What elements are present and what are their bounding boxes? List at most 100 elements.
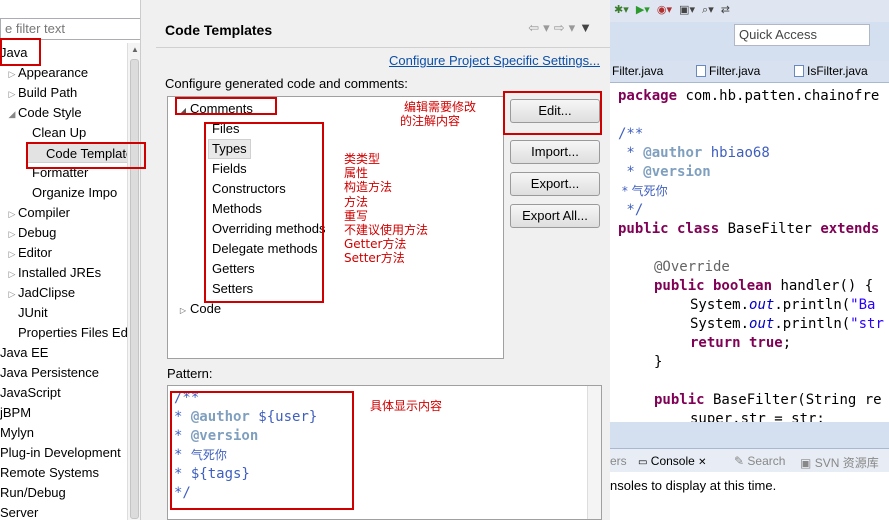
editor-tab[interactable]: Filter.java bbox=[696, 64, 760, 78]
pattern-line: */ bbox=[174, 485, 191, 501]
tree-item[interactable]: Formatter bbox=[0, 163, 128, 183]
tree-item-label: Editor bbox=[18, 245, 52, 260]
tree-item-label: JadClipse bbox=[18, 285, 76, 300]
collapsed-arrow-icon[interactable]: ▷ bbox=[176, 301, 190, 321]
annotation-item-note: 方法 bbox=[344, 194, 369, 209]
tree-node-template[interactable]: Fields bbox=[212, 159, 247, 179]
scrollbar-thumb[interactable] bbox=[130, 59, 139, 519]
tree-item[interactable]: Plug-in Development bbox=[0, 443, 128, 463]
collapsed-arrow-icon[interactable]: ▷ bbox=[6, 64, 18, 84]
tree-node-template[interactable]: Types bbox=[208, 139, 251, 159]
tree-item[interactable]: ▷ Installed JREs bbox=[0, 263, 128, 283]
tree-item-label: Formatter bbox=[32, 165, 89, 180]
tree-item[interactable]: JavaScript bbox=[0, 383, 128, 403]
tree-item[interactable]: ▷ Compiler bbox=[0, 203, 128, 223]
search-icon[interactable]: ⌕▾ bbox=[702, 4, 714, 16]
title-separator bbox=[156, 47, 610, 48]
editor-tab[interactable]: IsFilter.java bbox=[794, 64, 868, 78]
tree-item[interactable]: Clean Up bbox=[0, 123, 128, 143]
tree-item[interactable]: ▷ Debug bbox=[0, 223, 128, 243]
annotation-item-note: 属性 bbox=[344, 166, 369, 181]
new-icon[interactable]: ▣▾ bbox=[679, 4, 695, 16]
editor-area: ✱▾ ▶▾ ◉▾ ▣▾ ⌕▾ ⇄ Quick Access Filter.jav… bbox=[610, 0, 889, 520]
tree-item[interactable]: Properties Files Ed bbox=[0, 323, 128, 343]
tree-item[interactable]: Organize Impo bbox=[0, 183, 128, 203]
tree-node-template[interactable]: Overriding methods bbox=[212, 219, 325, 239]
collapsed-arrow-icon[interactable]: ▷ bbox=[6, 264, 18, 284]
tree-item[interactable]: Server bbox=[0, 503, 128, 520]
configure-project-settings-link[interactable]: Configure Project Specific Settings... bbox=[389, 53, 600, 68]
export-button[interactable]: Export... bbox=[510, 172, 600, 196]
svn-icon[interactable]: ⇄ bbox=[721, 4, 730, 16]
forward-menu-icon[interactable]: ▾ bbox=[569, 20, 580, 35]
tree-node-template[interactable]: Getters bbox=[212, 259, 255, 279]
collapsed-arrow-icon[interactable]: ▷ bbox=[6, 284, 18, 304]
tree-item[interactable]: Remote Systems bbox=[0, 463, 128, 483]
tree-item[interactable]: Code Template bbox=[27, 143, 133, 163]
tree-item[interactable]: Java Persistence bbox=[0, 363, 128, 383]
main-toolbar: ✱▾ ▶▾ ◉▾ ▣▾ ⌕▾ ⇄ bbox=[610, 0, 889, 22]
scroll-up-icon[interactable]: ▲ bbox=[131, 45, 139, 54]
view-menu-icon[interactable]: ▼ bbox=[579, 20, 596, 35]
external-tools-icon[interactable]: ◉▾ bbox=[657, 4, 672, 16]
debug-icon[interactable]: ✱▾ bbox=[614, 4, 629, 16]
tree-item-label: jBPM bbox=[0, 405, 32, 420]
search-tab-icon: ✎ bbox=[734, 454, 745, 468]
collapsed-arrow-icon[interactable]: ▷ bbox=[6, 224, 18, 244]
close-icon[interactable]: ✕ bbox=[698, 457, 706, 468]
annotation-pattern: 具体显示内容 bbox=[370, 399, 443, 413]
view-tab-partial[interactable]: ers bbox=[610, 454, 627, 468]
tree-item[interactable]: ▷ Appearance bbox=[0, 63, 128, 83]
java-code-editor[interactable]: package com.hb.patten.chainofre /** * @a… bbox=[610, 82, 889, 422]
run-icon[interactable]: ▶▾ bbox=[636, 4, 650, 16]
tree-node-template[interactable]: Setters bbox=[212, 279, 253, 299]
collapsed-arrow-icon[interactable]: ▷ bbox=[6, 204, 18, 224]
tree-item[interactable]: ▷ Editor bbox=[0, 243, 128, 263]
tree-scrollbar[interactable]: ▲ bbox=[127, 43, 140, 520]
back-arrow-icon[interactable]: ⇦ bbox=[528, 20, 543, 35]
tree-item-label: Organize Impo bbox=[32, 185, 118, 200]
navigation-buttons[interactable]: ⇦▾⇨▾▼ bbox=[528, 20, 596, 36]
tree-item[interactable]: Java EE bbox=[0, 343, 128, 363]
svn-tab[interactable]: ▣ SVN 资源库 bbox=[800, 454, 879, 471]
export-all-button[interactable]: Export All... bbox=[510, 204, 600, 228]
quick-access-input[interactable]: Quick Access bbox=[734, 24, 870, 46]
java-file-icon bbox=[696, 65, 706, 77]
bottom-view-tabs: ers ▭ Console ✕ ✎ Search ▣ SVN 资源库 bbox=[610, 448, 889, 472]
tree-item-label: Run/Debug bbox=[0, 485, 66, 500]
tree-item[interactable]: Java bbox=[0, 43, 128, 63]
tree-item-label: Java Persistence bbox=[0, 365, 99, 380]
tree-node-template[interactable]: Files bbox=[212, 119, 239, 139]
tree-node-template[interactable]: Methods bbox=[212, 199, 262, 219]
tree-item[interactable]: ◢ Code Style bbox=[0, 103, 128, 123]
expanded-arrow-icon[interactable]: ◢ bbox=[176, 101, 190, 121]
tree-node-comments[interactable]: ◢ Comments bbox=[176, 99, 253, 119]
tree-item[interactable]: ▷ Build Path bbox=[0, 83, 128, 103]
pattern-scrollbar[interactable] bbox=[587, 386, 601, 519]
collapsed-arrow-icon[interactable]: ▷ bbox=[6, 84, 18, 104]
tree-item-label: JavaScript bbox=[0, 385, 61, 400]
import-button[interactable]: Import... bbox=[510, 140, 600, 164]
tree-item[interactable]: jBPM bbox=[0, 403, 128, 423]
tree-item[interactable]: Mylyn bbox=[0, 423, 128, 443]
console-tab[interactable]: ▭ Console ✕ bbox=[638, 454, 707, 468]
tree-node-template[interactable]: Constructors bbox=[212, 179, 286, 199]
expanded-arrow-icon[interactable]: ◢ bbox=[6, 104, 18, 124]
editor-tab[interactable]: Filter.java bbox=[612, 64, 663, 78]
back-menu-icon[interactable]: ▾ bbox=[543, 20, 554, 35]
tree-node-template[interactable]: Delegate methods bbox=[212, 239, 318, 259]
collapsed-arrow-icon[interactable]: ▷ bbox=[6, 244, 18, 264]
tree-item-label: JUnit bbox=[18, 305, 48, 320]
filter-input[interactable]: e filter text bbox=[0, 18, 140, 40]
tree-item-label: Build Path bbox=[18, 85, 78, 100]
edit-button[interactable]: Edit... bbox=[510, 99, 600, 123]
tree-item[interactable]: JUnit bbox=[0, 303, 128, 323]
tree-node-code[interactable]: ▷ Code bbox=[176, 299, 221, 319]
tree-item[interactable]: ▷ JadClipse bbox=[0, 283, 128, 303]
annotation-edit-line2: 的注解内容 bbox=[400, 114, 461, 128]
forward-arrow-icon[interactable]: ⇨ bbox=[554, 20, 569, 35]
tree-item[interactable]: Run/Debug bbox=[0, 483, 128, 503]
search-tab[interactable]: ✎ Search bbox=[734, 454, 785, 468]
svn-repository-icon: ▣ bbox=[800, 456, 812, 470]
annotation-item-note: 重写 bbox=[344, 208, 369, 223]
